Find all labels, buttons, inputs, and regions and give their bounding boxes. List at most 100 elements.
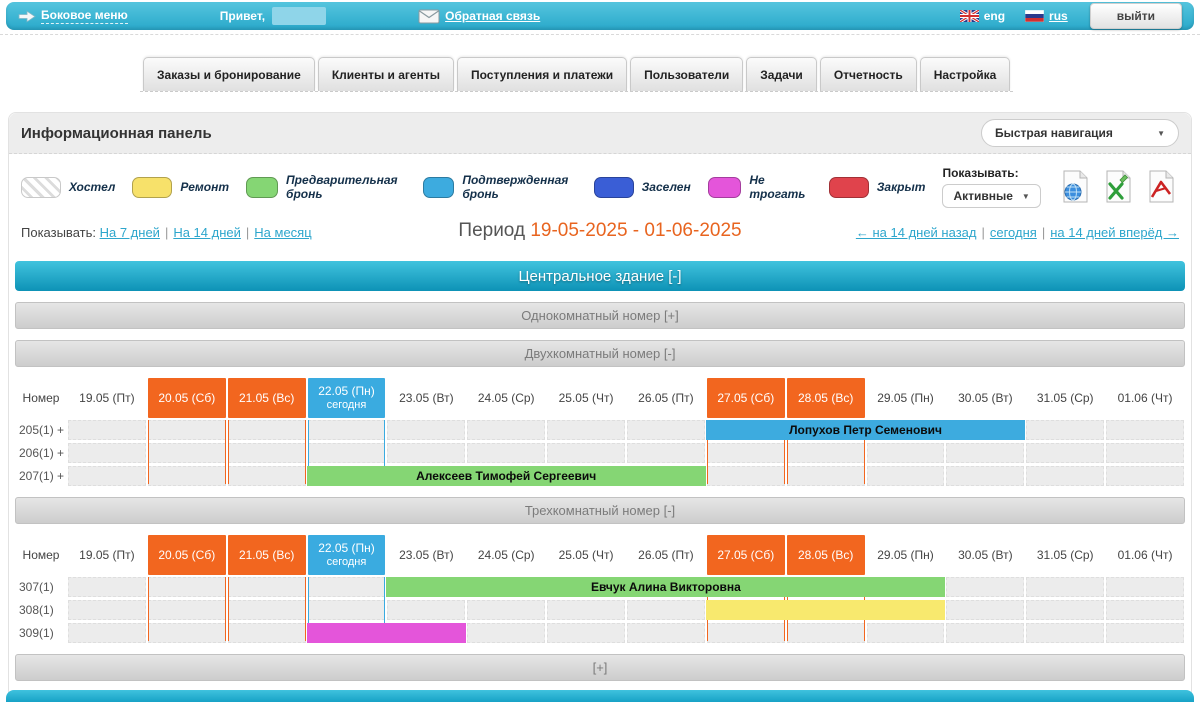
day-cell[interactable]: [547, 420, 625, 440]
lang-rus[interactable]: rus: [1025, 9, 1068, 23]
day-cell[interactable]: [1026, 420, 1104, 440]
room-label[interactable]: 309(1): [15, 623, 67, 643]
nav-tab-4[interactable]: Пользователи: [630, 57, 743, 91]
nav-tab-6[interactable]: Отчетность: [820, 57, 917, 91]
excel-export-icon[interactable]: [1100, 167, 1136, 207]
day-cell[interactable]: [467, 623, 545, 643]
day-cell[interactable]: [467, 600, 545, 620]
day-cell[interactable]: [308, 577, 386, 597]
day-cell[interactable]: [1026, 600, 1104, 620]
day-cell[interactable]: [68, 577, 146, 597]
day-cell[interactable]: [946, 577, 1024, 597]
room-label[interactable]: 205(1) +: [15, 420, 67, 440]
day-cell[interactable]: [148, 623, 226, 643]
day-cell[interactable]: [228, 466, 306, 486]
side-menu-link[interactable]: Боковое меню: [18, 8, 128, 24]
day-cell[interactable]: [68, 420, 146, 440]
feedback-link[interactable]: Обратная связь: [418, 9, 540, 24]
day-cell[interactable]: [1106, 577, 1184, 597]
day-cell[interactable]: [1026, 466, 1104, 486]
day-cell[interactable]: [787, 623, 865, 643]
logout-button[interactable]: выйти: [1090, 3, 1182, 29]
feedback-label[interactable]: Обратная связь: [445, 9, 540, 23]
building-header[interactable]: Центральное здание [-]: [15, 261, 1185, 291]
day-cell[interactable]: [787, 443, 865, 463]
day-cell[interactable]: [787, 466, 865, 486]
day-cell[interactable]: [467, 420, 545, 440]
day-cell[interactable]: [148, 466, 226, 486]
day-cell[interactable]: [68, 623, 146, 643]
day-cell[interactable]: [946, 623, 1024, 643]
booking-bar-preliminary[interactable]: Алексеев Тимофей Сергеевич: [307, 466, 706, 486]
day-cell[interactable]: [627, 443, 705, 463]
room-type-bar-2[interactable]: Двухкомнатный номер [-]: [15, 340, 1185, 367]
booking-bar-do_not_touch[interactable]: [307, 623, 467, 643]
lang-eng[interactable]: eng: [960, 9, 1005, 23]
day-cell[interactable]: [1106, 600, 1184, 620]
booking-bar-repair[interactable]: [706, 600, 946, 620]
day-cell[interactable]: [1106, 466, 1184, 486]
nav-tab-2[interactable]: Клиенты и агенты: [318, 57, 454, 91]
room-label[interactable]: 308(1): [15, 600, 67, 620]
day-cell[interactable]: [148, 420, 226, 440]
day-cell[interactable]: [68, 600, 146, 620]
room-type-bar-1[interactable]: Однокомнатный номер [+]: [15, 302, 1185, 329]
day-cell[interactable]: [867, 443, 945, 463]
booking-bar-confirmed[interactable]: Лопухов Петр Семенович: [706, 420, 1025, 440]
day-cell[interactable]: [68, 443, 146, 463]
day-cell[interactable]: [228, 443, 306, 463]
day-cell[interactable]: [547, 600, 625, 620]
back-14-days-link[interactable]: ← на 14 дней назад: [856, 225, 977, 240]
side-menu-label[interactable]: Боковое меню: [41, 8, 128, 24]
day-cell[interactable]: [387, 443, 465, 463]
day-cell[interactable]: [228, 623, 306, 643]
room-label[interactable]: 307(1): [15, 577, 67, 597]
lang-eng-label[interactable]: eng: [984, 9, 1005, 23]
day-cell[interactable]: [946, 466, 1024, 486]
day-cell[interactable]: [308, 420, 386, 440]
day-cell[interactable]: [387, 420, 465, 440]
day-cell[interactable]: [946, 443, 1024, 463]
day-cell[interactable]: [148, 600, 226, 620]
day-cell[interactable]: [946, 600, 1024, 620]
room-type-bar-4[interactable]: [+]: [15, 654, 1185, 681]
pdf-export-icon[interactable]: [1143, 167, 1179, 207]
day-cell[interactable]: [627, 623, 705, 643]
room-type-bar-3[interactable]: Трехкомнатный номер [-]: [15, 497, 1185, 524]
quick-navigation-select[interactable]: Быстрая навигация ▼: [981, 119, 1179, 147]
day-cell[interactable]: [308, 443, 386, 463]
day-cell[interactable]: [1026, 623, 1104, 643]
day-cell[interactable]: [308, 600, 386, 620]
web-export-icon[interactable]: [1057, 167, 1093, 207]
day-cell[interactable]: [547, 623, 625, 643]
day-cell[interactable]: [547, 443, 625, 463]
day-cell[interactable]: [387, 600, 465, 620]
day-cell[interactable]: [707, 623, 785, 643]
day-cell[interactable]: [1026, 577, 1104, 597]
day-cell[interactable]: [228, 600, 306, 620]
day-cell[interactable]: [707, 466, 785, 486]
day-cell[interactable]: [1106, 623, 1184, 643]
nav-tab-5[interactable]: Задачи: [746, 57, 817, 91]
room-label[interactable]: 206(1) +: [15, 443, 67, 463]
day-cell[interactable]: [148, 577, 226, 597]
room-label[interactable]: 207(1) +: [15, 466, 67, 486]
booking-bar-preliminary[interactable]: Евчук Алина Викторовна: [386, 577, 945, 597]
forward-14-days-link[interactable]: на 14 дней вперёд →: [1050, 225, 1179, 240]
day-cell[interactable]: [707, 443, 785, 463]
today-link[interactable]: сегодня: [990, 225, 1037, 240]
day-cell[interactable]: [467, 443, 545, 463]
nav-tab-7[interactable]: Настройка: [920, 57, 1011, 91]
day-cell[interactable]: [627, 420, 705, 440]
day-cell[interactable]: [1026, 443, 1104, 463]
nav-tab-3[interactable]: Поступления и платежи: [457, 57, 627, 91]
day-cell[interactable]: [1106, 443, 1184, 463]
day-cell[interactable]: [867, 623, 945, 643]
day-cell[interactable]: [228, 420, 306, 440]
day-cell[interactable]: [867, 466, 945, 486]
day-cell[interactable]: [228, 577, 306, 597]
lang-rus-label[interactable]: rus: [1049, 9, 1068, 23]
day-cell[interactable]: [148, 443, 226, 463]
day-cell[interactable]: [627, 600, 705, 620]
day-cell[interactable]: [1106, 420, 1184, 440]
